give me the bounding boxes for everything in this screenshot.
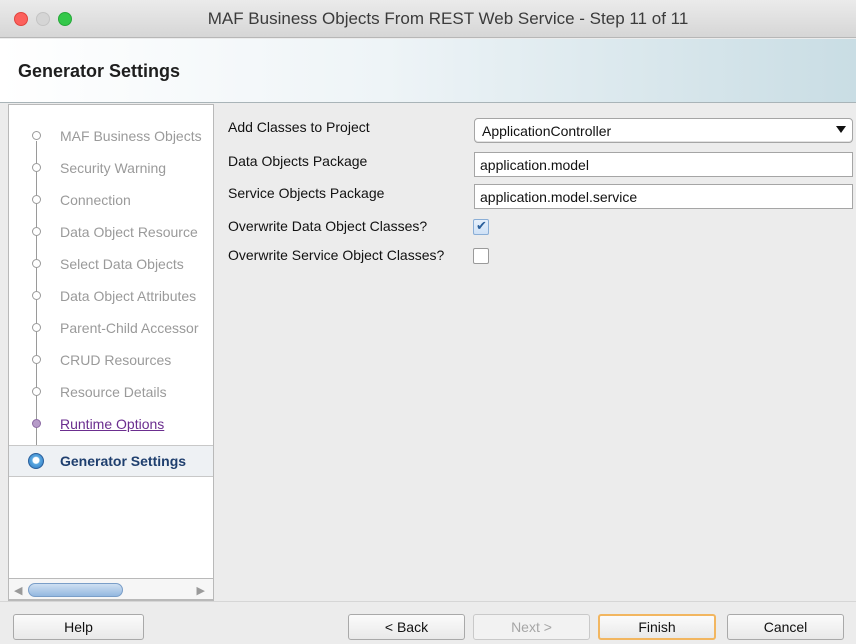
wizard-button-bar: Help < Back Next > Finish Cancel (0, 601, 856, 644)
step-dot-icon (32, 227, 41, 236)
step-parent-child-accessor[interactable]: Parent-Child Accessor (9, 313, 213, 345)
step-dot-icon (32, 323, 41, 332)
steps-horizontal-scrollbar[interactable]: ◀ ▶ (8, 578, 214, 600)
step-data-object-resource[interactable]: Data Object Resource (9, 217, 213, 249)
step-dot-icon (32, 419, 41, 428)
add-classes-value: ApplicationController (482, 123, 612, 139)
wizard-window: MAF Business Objects From REST Web Servi… (0, 0, 856, 644)
step-label: MAF Business Objects (60, 128, 202, 144)
step-dot-icon (32, 355, 41, 364)
step-dot-icon (32, 131, 41, 140)
overwrite-data-classes-checkbox[interactable]: ✔ (473, 218, 489, 235)
step-label: Resource Details (60, 384, 167, 400)
step-label: Generator Settings (60, 453, 187, 469)
step-connection[interactable]: Connection (9, 185, 213, 217)
data-objects-package-label: Data Objects Package (228, 153, 368, 169)
chevron-down-icon (836, 126, 846, 133)
service-objects-package-label: Service Objects Package (228, 185, 385, 201)
page-title: Generator Settings (18, 61, 181, 81)
step-dot-icon (32, 195, 41, 204)
step-select-data-objects[interactable]: Select Data Objects (9, 249, 213, 281)
page-header: Generator Settings (0, 39, 856, 103)
left-margin (0, 104, 8, 644)
checkmark-icon: ✔ (476, 218, 487, 233)
scroll-right-icon[interactable]: ▶ (197, 584, 205, 597)
data-objects-package-input[interactable] (474, 152, 853, 177)
step-maf-business-objects[interactable]: MAF Business Objects (9, 121, 213, 153)
overwrite-service-classes-label: Overwrite Service Object Classes? (228, 247, 445, 263)
next-button[interactable]: Next > (473, 614, 590, 640)
step-label: Select Data Objects (60, 256, 184, 272)
step-label: Security Warning (60, 160, 167, 176)
step-label: Data Object Attributes (60, 288, 197, 304)
wizard-steps-pane: MAF Business Objects Security Warning Co… (8, 104, 214, 601)
step-data-object-attributes[interactable]: Data Object Attributes (9, 281, 213, 313)
step-link-label[interactable]: Runtime Options (60, 416, 164, 432)
step-dot-icon (32, 259, 41, 268)
step-dot-icon (32, 387, 41, 396)
step-crud-resources[interactable]: CRUD Resources (9, 345, 213, 377)
window-title: MAF Business Objects From REST Web Servi… (207, 9, 689, 28)
help-button[interactable]: Help (13, 614, 144, 640)
add-classes-dropdown[interactable]: ApplicationController (474, 118, 853, 143)
current-step-icon (28, 453, 44, 469)
generator-settings-form: Add Classes to Project ApplicationContro… (214, 104, 856, 601)
cancel-button[interactable]: Cancel (727, 614, 844, 640)
step-security-warning[interactable]: Security Warning (9, 153, 213, 185)
scroll-left-icon[interactable]: ◀ (14, 584, 22, 597)
scrollbar-thumb[interactable] (28, 583, 123, 597)
add-classes-label: Add Classes to Project (228, 119, 370, 135)
service-objects-package-input[interactable] (474, 184, 853, 209)
back-button[interactable]: < Back (348, 614, 465, 640)
step-dot-icon (32, 163, 41, 172)
step-dot-icon (32, 291, 41, 300)
step-label: Parent-Child Accessor (60, 320, 199, 336)
title-bar[interactable]: MAF Business Objects From REST Web Servi… (0, 0, 856, 38)
step-generator-settings[interactable]: Generator Settings (9, 445, 213, 477)
overwrite-service-classes-checkbox[interactable] (473, 248, 489, 264)
step-label: CRUD Resources (60, 352, 172, 368)
finish-button[interactable]: Finish (598, 614, 716, 640)
step-label: Data Object Resource (60, 224, 198, 240)
step-resource-details[interactable]: Resource Details (9, 377, 213, 409)
step-label: Connection (60, 192, 131, 208)
step-runtime-options[interactable]: Runtime Options (9, 409, 213, 441)
overwrite-data-classes-label: Overwrite Data Object Classes? (228, 218, 428, 234)
